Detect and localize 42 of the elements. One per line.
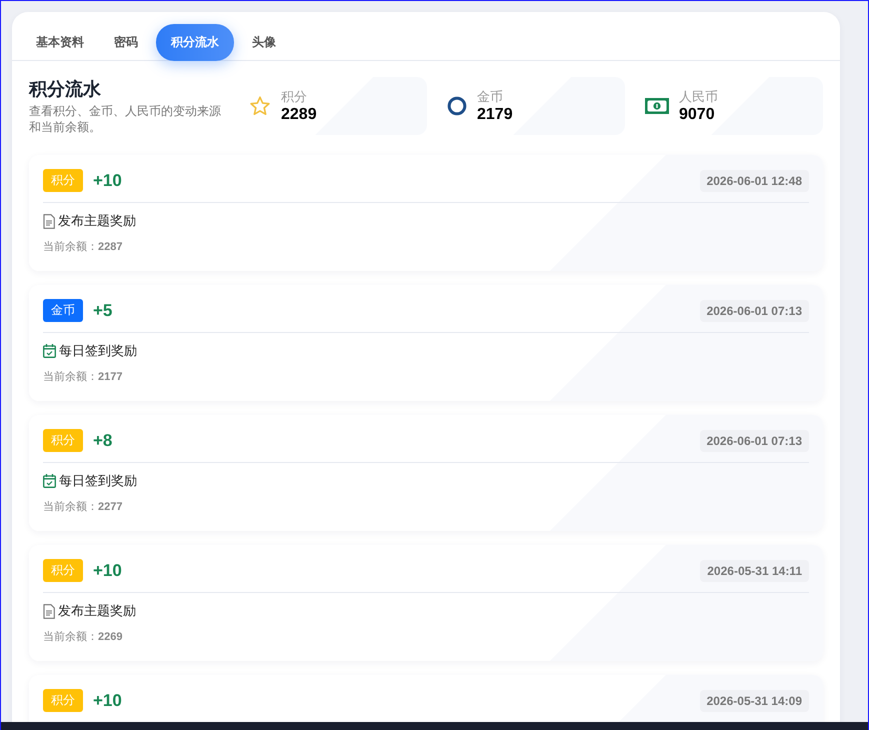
ring-icon — [447, 96, 467, 116]
type-tag: 积分 — [43, 169, 83, 192]
tab[interactable]: 积分流水 — [156, 24, 234, 60]
stat-value: 9070 — [679, 106, 716, 124]
calendar-check-icon — [43, 344, 56, 358]
type-tag: 积分 — [43, 689, 83, 712]
type-tag: 金币 — [43, 299, 83, 322]
amount: +5 — [93, 300, 112, 320]
balance-text: 当前余额：2277 — [43, 500, 124, 514]
calendar-check-icon — [43, 474, 56, 488]
banknote-icon — [645, 98, 669, 114]
source-text: 发布主题奖励 — [58, 212, 136, 230]
balance-text: 当前余额：2269 — [43, 630, 124, 644]
amount: +10 — [93, 560, 122, 580]
balance-text: 当前余额：2177 — [43, 370, 124, 384]
tab[interactable]: 密码 — [102, 24, 150, 60]
stat-value: 2179 — [477, 106, 513, 124]
document-icon — [43, 604, 55, 618]
amount: +10 — [93, 690, 122, 710]
stat-value: 2289 — [281, 106, 317, 124]
type-tag: 积分 — [43, 559, 83, 582]
source-text: 每日签到奖励 — [59, 342, 137, 360]
type-tag: 积分 — [43, 429, 83, 452]
tab[interactable]: 基本资料 — [24, 24, 96, 60]
stat-label: 人民币 — [679, 88, 718, 106]
timestamp: 2026-06-01 12:48 — [700, 170, 809, 192]
source-text: 每日签到奖励 — [59, 472, 137, 490]
amount: +8 — [93, 430, 112, 450]
timestamp: 2026-06-01 07:13 — [700, 300, 809, 322]
page-title: 积分流水 — [29, 78, 102, 101]
timestamp: 2026-05-31 14:11 — [700, 560, 809, 582]
star-icon — [249, 95, 271, 117]
timestamp: 2026-05-31 14:09 — [700, 690, 809, 712]
page-description: 查看积分、金币、人民币的变动来源和当前余额。 — [29, 103, 222, 135]
tab[interactable]: 头像 — [240, 24, 288, 60]
source-text: 发布主题奖励 — [58, 602, 136, 620]
balance-text: 当前余额：2287 — [43, 240, 124, 254]
amount: +10 — [93, 170, 122, 190]
timestamp: 2026-06-01 07:13 — [700, 430, 809, 452]
stat-label: 积分 — [281, 88, 308, 106]
document-icon — [43, 214, 55, 228]
stat-label: 金币 — [477, 88, 504, 106]
